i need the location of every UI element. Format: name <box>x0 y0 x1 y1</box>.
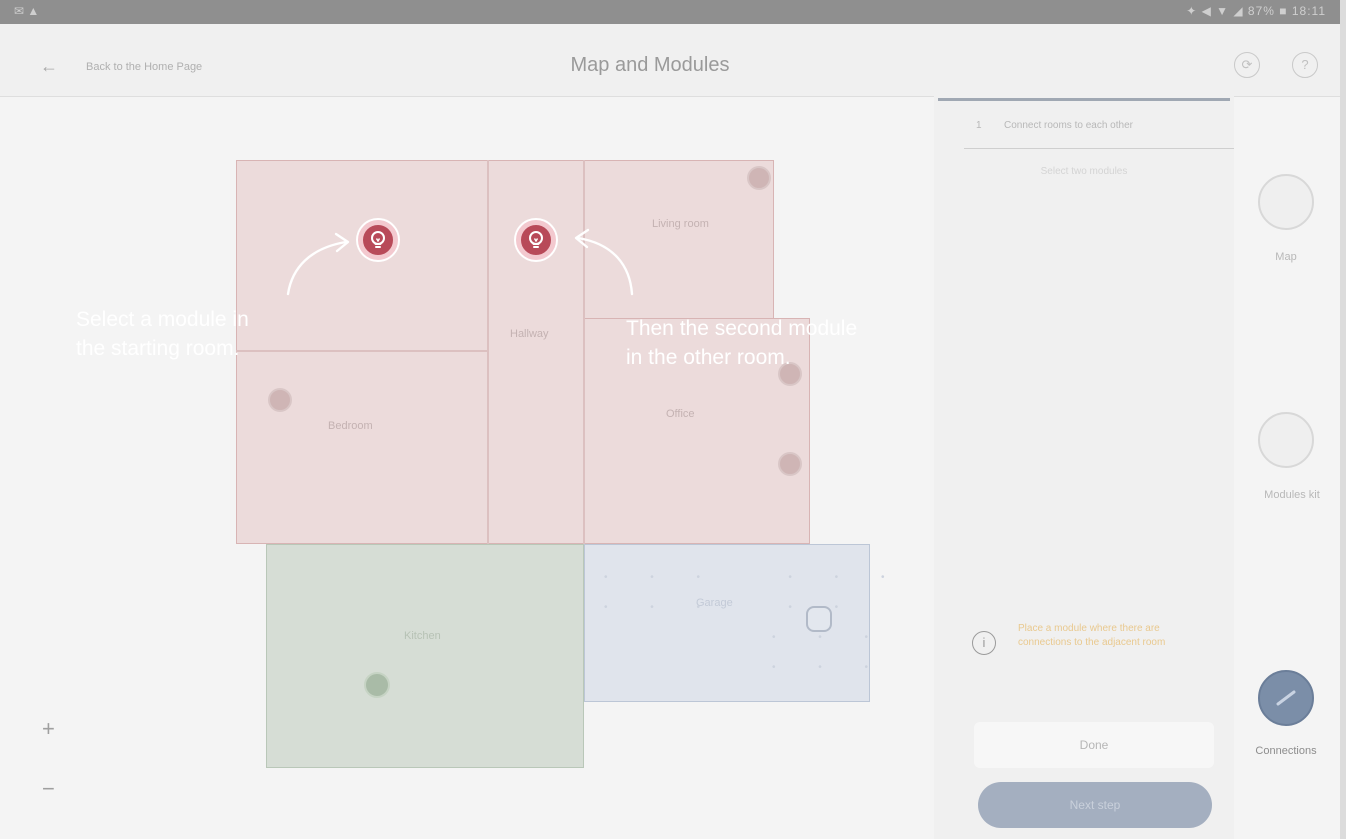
annotation-second: Then the second module in the other room… <box>626 314 857 372</box>
module-selected-second[interactable] <box>516 220 556 260</box>
next-step-button[interactable]: Next step <box>978 782 1212 828</box>
module-tv[interactable] <box>806 606 832 632</box>
annotation-start: Select a module in the starting room. <box>76 305 249 363</box>
step-number: 1 <box>976 120 982 131</box>
step-header: 1 Connect rooms to each other <box>964 116 1234 149</box>
module-selected-start[interactable] <box>358 220 398 260</box>
map-icon[interactable] <box>1258 174 1314 230</box>
connections-icon[interactable] <box>1258 670 1314 726</box>
grid-dots: • • • <box>772 662 889 673</box>
room-f[interactable] <box>266 544 584 768</box>
room-label: Office <box>666 408 695 420</box>
module-dim[interactable] <box>268 388 292 412</box>
question-icon[interactable]: ? <box>1292 52 1318 78</box>
info-icon: i <box>972 631 996 655</box>
module-lightbulb-kitchen[interactable] <box>364 672 390 698</box>
window-edge <box>1340 0 1346 839</box>
annotation-line: in the other room. <box>626 346 791 369</box>
room-label: Bedroom <box>328 420 373 432</box>
lightbulb-icon <box>529 231 543 248</box>
zoom-out-button[interactable]: − <box>42 776 55 802</box>
grid-dots: • • • • • • <box>604 572 905 583</box>
zoom-in-button[interactable]: + <box>42 716 55 742</box>
lightbulb-icon <box>371 231 385 248</box>
module-dim[interactable] <box>778 452 802 476</box>
annotation-line: Then the second module <box>626 317 858 340</box>
status-right-info: ✦ ◀ ▼ ◢ 87% ■ 18:11 <box>1186 4 1326 18</box>
status-left-icons: ✉ ▲ <box>14 4 40 18</box>
top-bar: ← Back to the Home Page Map and Modules … <box>0 24 1340 97</box>
room-label: Hallway <box>510 328 549 340</box>
status-bar: ✉ ▲ ✦ ◀ ▼ ◢ 87% ■ 18:11 <box>0 0 1340 24</box>
panel-subtitle: Select two modules <box>1040 166 1128 177</box>
annotation-line: the starting room. <box>76 337 240 360</box>
curved-arrow-icon <box>286 232 350 296</box>
done-button[interactable]: Done <box>974 722 1214 768</box>
sidebar-label-modules: Modules kit <box>1264 489 1320 501</box>
room-divider <box>236 350 487 352</box>
room-label: Living room <box>652 218 709 230</box>
curved-arrow-icon <box>574 228 634 296</box>
side-panel: 1 Connect rooms to each other Select two… <box>934 96 1234 839</box>
app-screen: ✉ ▲ ✦ ◀ ▼ ◢ 87% ■ 18:11 ← Back to the Ho… <box>0 0 1340 839</box>
link-icon <box>1276 690 1296 706</box>
step-title: Connect rooms to each other <box>1004 120 1133 131</box>
page-title: Map and Modules <box>570 54 730 76</box>
module-dim[interactable] <box>747 166 771 190</box>
sidebar-label-map: Map <box>1275 251 1297 263</box>
grid-dots: • • • <box>772 632 889 643</box>
room-divider <box>583 160 585 544</box>
progress-bar <box>938 98 1230 101</box>
room-label: Kitchen <box>404 630 441 642</box>
sidebar-label-connections: Connections <box>1255 745 1317 757</box>
annotation-line: Select a module in <box>76 308 249 331</box>
help-circle-icon[interactable]: ⟳ <box>1234 52 1260 78</box>
warning-text: Place a module where there are connectio… <box>1018 623 1166 648</box>
modules-icon[interactable] <box>1258 412 1314 468</box>
room-divider <box>487 160 489 544</box>
